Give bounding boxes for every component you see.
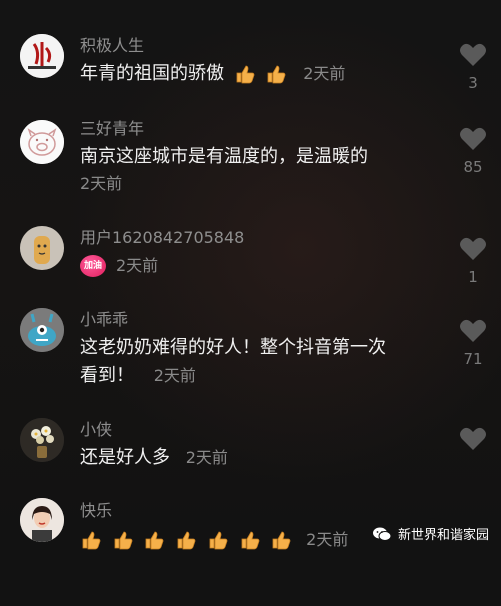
comment-username[interactable]: 积极人生 (80, 36, 144, 56)
calligraphy-logo-icon (20, 34, 64, 78)
comment-text-line: 看到！ 2天前 (80, 362, 440, 390)
like-count: 3 (468, 74, 478, 92)
flower-vase-icon (20, 418, 64, 462)
comment-time: 2天前 (306, 530, 349, 549)
like-count: 71 (463, 350, 483, 368)
comment-item: 小乖乖 这老奶奶难得的好人！整个抖音第一次 看到！ 2天前 71 (0, 306, 501, 416)
thumbs-up-emoji-icon (239, 529, 261, 551)
heart-icon (460, 237, 486, 260)
thumbs-up-emoji-icon (143, 529, 165, 551)
like-count: 1 (468, 268, 478, 286)
comment-item: 三好青年 南京这座城市是有温度的，是温暖的 2天前 85 (0, 114, 501, 224)
pig-sketch-icon (20, 120, 64, 164)
comment-time: 2天前 (153, 366, 196, 385)
like-button[interactable]: 71 (458, 318, 488, 368)
cartoon-animal-icon (20, 226, 64, 270)
comment-text-line: 这老奶奶难得的好人！整个抖音第一次 (80, 337, 386, 358)
cheer-badge: 加油 (80, 255, 106, 277)
thumbs-up-emoji-icon (207, 529, 229, 551)
avatar[interactable] (20, 498, 64, 542)
watermark-text: 新世界和谐家园 (397, 528, 489, 543)
comment-time: 2天前 (303, 64, 346, 83)
comment-username[interactable]: 用户1620842705848 (80, 228, 244, 248)
thumbs-up-emoji-icon (80, 529, 102, 551)
comment-text: 南京这座城市是有温度的，是温暖的 (80, 146, 368, 167)
thumbs-up-emoji-icon (265, 63, 287, 85)
heart-icon (460, 427, 486, 450)
thumbs-up-emoji-icon (234, 63, 256, 85)
heart-icon (460, 43, 486, 66)
avatar[interactable] (20, 120, 64, 164)
comment-username[interactable]: 小乖乖 (80, 310, 128, 330)
comment-time: 2天前 (185, 448, 228, 467)
watermark: 新世界和谐家园 (372, 524, 489, 543)
comment-username[interactable]: 三好青年 (80, 119, 144, 139)
comment-text: 年青的祖国的骄傲 2天前 (80, 60, 440, 88)
comment-body: 看到！ (80, 365, 134, 386)
heart-icon (460, 127, 486, 150)
comment-time: 2天前 (80, 174, 123, 193)
avatar[interactable] (20, 34, 64, 78)
comment-item: 快乐 2天前 (0, 496, 501, 606)
like-button[interactable] (458, 426, 488, 452)
comment-meta: 2天前 (80, 172, 122, 196)
portrait-photo-icon (20, 498, 64, 542)
heart-icon (460, 319, 486, 342)
comment-meta: 加油 2天前 (80, 254, 158, 278)
wechat-icon (372, 527, 392, 541)
avatar[interactable] (20, 308, 64, 352)
thumbs-up-emoji-icon (270, 529, 292, 551)
avatar[interactable] (20, 226, 64, 270)
comment-text: 还是好人多 2天前 (80, 444, 440, 472)
blue-monster-icon (20, 308, 64, 352)
comment-time: 2天前 (116, 256, 159, 275)
like-button[interactable]: 1 (458, 236, 488, 286)
comment-username[interactable]: 快乐 (80, 501, 112, 521)
comment-username[interactable]: 小侠 (80, 420, 112, 440)
like-count: 85 (463, 158, 483, 176)
thumbs-up-emoji-icon (112, 529, 134, 551)
like-button[interactable]: 85 (458, 126, 488, 176)
comment-body: 还是好人多 (80, 447, 170, 468)
avatar[interactable] (20, 418, 64, 462)
comment-body: 年青的祖国的骄傲 (80, 63, 224, 84)
like-button[interactable]: 3 (458, 42, 488, 92)
thumbs-up-emoji-icon (175, 529, 197, 551)
